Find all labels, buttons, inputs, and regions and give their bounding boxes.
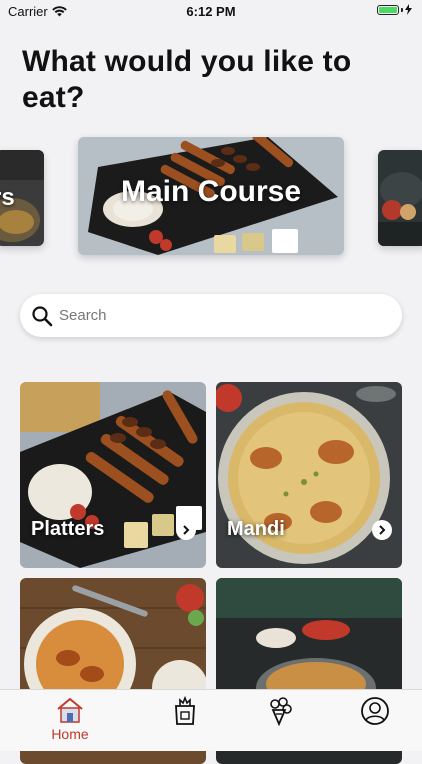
carousel-card-main-course[interactable]: Main Course: [78, 137, 344, 255]
home-icon: [57, 697, 83, 723]
category-tile-platters[interactable]: Platters: [20, 382, 206, 568]
tab-bar: Home: [0, 689, 422, 751]
grocery-bag-icon: [175, 696, 195, 725]
tab-home[interactable]: Home: [30, 690, 110, 750]
profile-icon: [361, 697, 389, 725]
carousel-card-label: Main Course: [120, 175, 302, 208]
battery-icon: [377, 4, 412, 15]
tab-bouquet[interactable]: [240, 690, 320, 750]
search-input[interactable]: [57, 306, 381, 325]
category-label: Platters: [31, 518, 105, 540]
charging-icon: [405, 4, 412, 15]
page-title: What would you like to eat?: [22, 45, 352, 114]
clock: 6:12 PM: [186, 4, 236, 19]
search-bar[interactable]: [20, 294, 402, 337]
status-bar: Carrier 6:12 PM: [0, 0, 422, 22]
carousel-card-previous[interactable]: rs: [0, 150, 44, 246]
carousel-card-next[interactable]: [378, 150, 422, 246]
chevron-right-icon[interactable]: [372, 520, 392, 540]
next-category-image: [378, 150, 422, 246]
tab-home-label: Home: [51, 726, 89, 742]
carousel-card-label: rs: [0, 184, 15, 211]
chevron-right-icon[interactable]: [176, 520, 196, 540]
tab-profile[interactable]: [335, 690, 415, 750]
tab-grocery[interactable]: [145, 690, 225, 750]
category-label: Mandi: [227, 518, 285, 540]
search-icon: [32, 305, 53, 326]
bouquet-icon: [270, 697, 292, 726]
category-tile-mandi[interactable]: Mandi: [216, 382, 402, 568]
